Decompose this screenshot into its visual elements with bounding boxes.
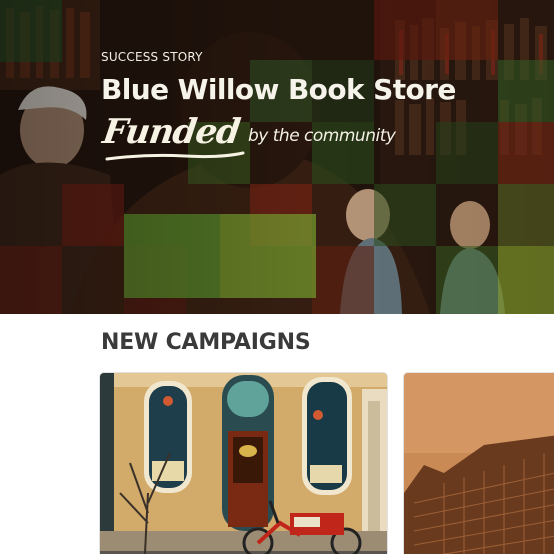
hero-banner[interactable]: SUCCESS STORY Blue Willow Book Store Fun… [0, 0, 554, 314]
hero-text-block: SUCCESS STORY Blue Willow Book Store Fun… [100, 50, 456, 161]
campaign-card-image [100, 373, 387, 554]
funded-script-word: Funded [100, 112, 242, 152]
campaign-card-image [404, 373, 554, 554]
success-story-kicker: SUCCESS STORY [101, 50, 203, 64]
campaign-card-building[interactable] [404, 373, 554, 554]
funded-underline-swash [105, 151, 245, 161]
funded-suffix: by the community [248, 126, 396, 146]
funded-tagline: Funded by the community [100, 112, 456, 161]
new-campaigns-heading: NEW CAMPAIGNS [101, 330, 311, 355]
campaign-card-bookstore[interactable] [100, 373, 387, 554]
hero-title[interactable]: Blue Willow Book Store [101, 73, 456, 106]
